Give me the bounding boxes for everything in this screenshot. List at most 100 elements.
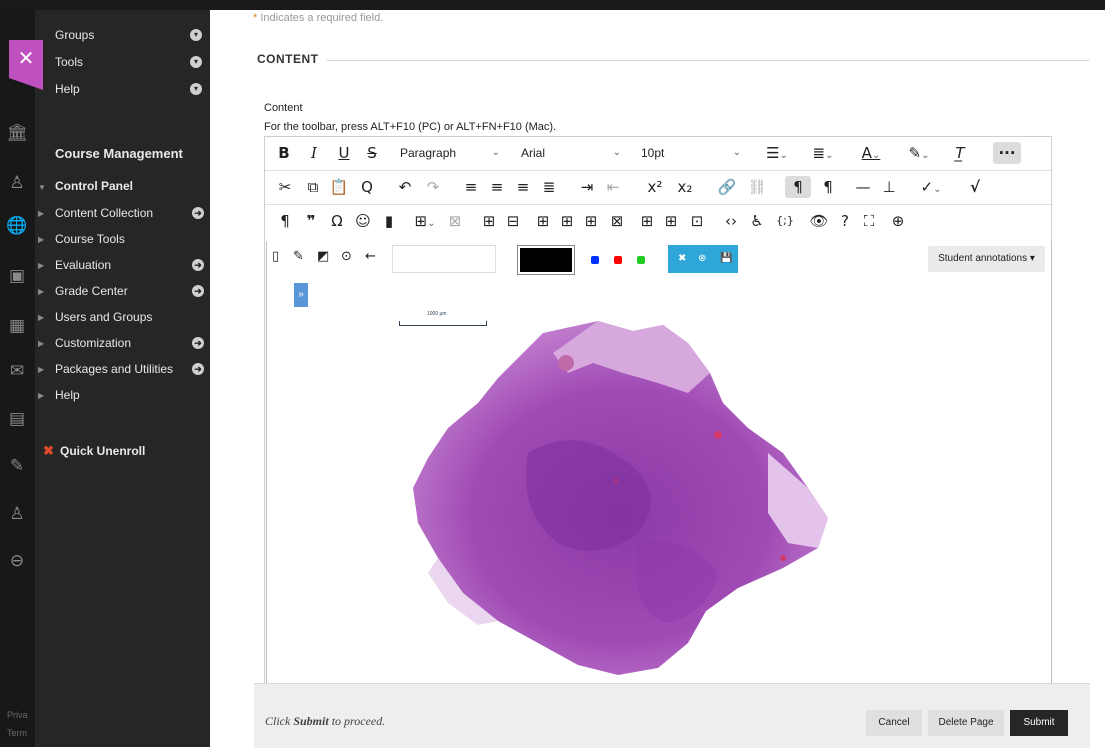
text-color-icon[interactable]: A⌄ [853, 142, 889, 164]
paragraph-marks-icon[interactable]: ¶ [275, 210, 295, 232]
calendar-icon[interactable]: ▦ [6, 315, 28, 337]
quick-unenroll-link[interactable]: Quick Unenroll [60, 444, 145, 458]
caret-right-icon[interactable]: ▶ [38, 313, 44, 322]
table-delete-col-icon[interactable]: ⊞ [581, 210, 601, 232]
align-left-icon[interactable]: ≡ [461, 176, 481, 198]
help-icon[interactable]: ? [835, 210, 855, 232]
source-code-icon[interactable]: ‹› [721, 210, 741, 232]
merge-cells-icon[interactable]: ⊞ [637, 210, 657, 232]
arrow-right-icon[interactable]: ➜ [192, 337, 204, 349]
panel-item-customization[interactable]: Customization [55, 336, 131, 350]
edit-icon[interactable]: ✎ [6, 455, 28, 477]
delete-table-icon[interactable]: ⊠ [445, 210, 465, 232]
cancel-circle-icon[interactable]: ⊗ [698, 253, 706, 264]
profile-icon[interactable]: ♙ [6, 172, 28, 194]
add-content-icon[interactable]: ⊕ [887, 210, 909, 232]
expand-panel-button[interactable]: » [294, 283, 308, 307]
caret-right-icon[interactable]: ▶ [38, 287, 44, 296]
annotation-text-input[interactable] [392, 245, 496, 273]
cell-props-icon[interactable]: ⊡ [687, 210, 707, 232]
template-vars-icon[interactable]: {;} [775, 210, 795, 232]
underline-icon[interactable]: U [335, 142, 353, 164]
signout-icon[interactable]: ⊖ [6, 550, 28, 572]
pencil-tool-icon[interactable]: ✎ [293, 249, 304, 264]
panel-item-users-and-groups[interactable]: Users and Groups [55, 310, 152, 324]
bookmark-icon[interactable]: ▮ [379, 210, 399, 232]
delete-page-button[interactable]: Delete Page [928, 710, 1004, 736]
paste-icon[interactable]: 📋 [329, 176, 349, 198]
justify-icon[interactable]: ≣ [539, 176, 559, 198]
chevron-down-icon[interactable]: ▾ [190, 56, 202, 68]
strikethrough-icon[interactable]: S [363, 142, 381, 164]
table-col-before-icon[interactable]: ⊞ [533, 210, 553, 232]
blue-color-option[interactable] [591, 256, 599, 264]
eraser-tool-icon[interactable]: ◩ [317, 249, 329, 264]
font-select[interactable]: Arial ⌄ [521, 142, 621, 164]
split-cells-icon[interactable]: ⊞ [661, 210, 681, 232]
table-row-before-icon[interactable]: ⊞ [479, 210, 499, 232]
redo-icon[interactable]: ↷ [423, 176, 443, 198]
link-icon[interactable]: 🔗 [717, 176, 737, 198]
menu-item-help[interactable]: Help [55, 80, 80, 98]
close-menu-button[interactable]: ✕ [9, 40, 43, 90]
pen-color-swatch[interactable] [517, 245, 575, 275]
arrow-right-icon[interactable]: ➜ [192, 207, 204, 219]
panel-item-packages-and-utilities[interactable]: Packages and Utilities [55, 362, 173, 376]
menu-item-tools[interactable]: Tools [55, 53, 83, 71]
ltr-icon[interactable]: ¶ [785, 176, 811, 198]
font-size-select[interactable]: 10pt ⌄ [641, 142, 741, 164]
caret-down-icon[interactable]: ▼ [38, 183, 46, 192]
align-right-icon[interactable]: ≡ [513, 176, 533, 198]
caret-right-icon[interactable]: ▶ [38, 261, 44, 270]
chevron-down-icon[interactable]: ▾ [190, 29, 202, 41]
bold-icon[interactable]: B [275, 142, 293, 164]
messages-icon[interactable]: ✉ [6, 360, 28, 382]
institution-icon[interactable]: 🏛 [6, 122, 28, 144]
grades-icon[interactable]: ▤ [6, 408, 28, 430]
preview-icon[interactable]: 👁 [809, 210, 829, 232]
bullet-list-icon[interactable]: ☰⌄ [759, 142, 795, 164]
caret-right-icon[interactable]: ▶ [38, 235, 44, 244]
submit-button[interactable]: Submit [1010, 710, 1068, 736]
cancel-button[interactable]: Cancel [866, 710, 922, 736]
unlink-icon[interactable]: ⛓ [747, 176, 767, 198]
student-annotations-dropdown[interactable]: Student annotations ▾ [928, 246, 1045, 272]
cut-icon[interactable]: ✂ [275, 176, 295, 198]
copy-icon[interactable]: ⧉ [303, 176, 323, 198]
undo-icon[interactable]: ↶ [395, 176, 415, 198]
arrow-right-icon[interactable]: ➜ [192, 363, 204, 375]
panel-item-content-collection[interactable]: Content Collection [55, 206, 153, 220]
paragraph-select[interactable]: Paragraph ⌄ [400, 142, 500, 164]
globe-icon[interactable]: 🌐 [6, 215, 28, 237]
arrow-right-icon[interactable]: ➜ [192, 285, 204, 297]
table-delete-row-icon[interactable]: ⊠ [607, 210, 627, 232]
special-char-icon[interactable]: Ω [327, 210, 347, 232]
table-col-after-icon[interactable]: ⊞ [557, 210, 577, 232]
terms-link[interactable]: Term [7, 728, 27, 738]
arrow-right-icon[interactable]: ➜ [192, 259, 204, 271]
red-color-option[interactable] [614, 256, 622, 264]
panel-item-grade-center[interactable]: Grade Center [55, 284, 128, 298]
indent-icon[interactable]: ⇥ [577, 176, 597, 198]
back-arrow-icon[interactable]: ← [365, 249, 376, 264]
clear-format-icon[interactable]: T̲ [949, 142, 971, 164]
panel-item-evaluation[interactable]: Evaluation [55, 258, 111, 272]
blockquote-icon[interactable]: ❞ [301, 210, 321, 232]
table-icon[interactable]: ⊞⌄ [409, 210, 441, 232]
highlight-color-icon[interactable]: ✎⌄ [901, 142, 937, 164]
caret-right-icon[interactable]: ▶ [38, 209, 44, 218]
tools-person-icon[interactable]: ♙ [6, 503, 28, 525]
panel-item-course-tools[interactable]: Course Tools [55, 232, 125, 246]
table-row-after-icon[interactable]: ⊟ [503, 210, 523, 232]
menu-item-groups[interactable]: Groups [55, 26, 94, 44]
emoji-icon[interactable]: ☺ [353, 210, 373, 232]
save-icon[interactable]: 💾 [720, 253, 732, 264]
superscript-icon[interactable]: x² [643, 176, 667, 198]
outdent-icon[interactable]: ⇤ [603, 176, 623, 198]
annotation-viewer[interactable]: ▯ ✎ ◩ ⊙ ← ✖ ⊗ 💾 Student annotations ▾ » … [266, 241, 1052, 688]
numbered-list-icon[interactable]: ≣⌄ [805, 142, 841, 164]
caret-right-icon[interactable]: ▶ [38, 391, 44, 400]
caret-right-icon[interactable]: ▶ [38, 339, 44, 348]
more-options-icon[interactable]: ··· [993, 142, 1021, 164]
rtl-icon[interactable]: ¶ [817, 176, 839, 198]
